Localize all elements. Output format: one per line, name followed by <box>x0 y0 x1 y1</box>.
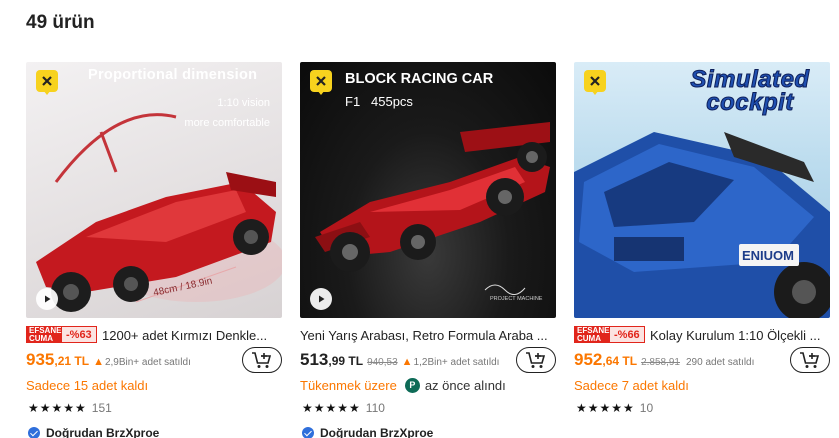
sale-badge: EFSANE CUMA -%63 <box>26 326 97 343</box>
flame-icon: ▲ <box>93 356 104 368</box>
product-image[interactable]: ENIUOM Simulated cockpit <box>574 62 830 318</box>
image-heading: Proportional dimension <box>88 67 258 83</box>
product-title[interactable]: Kolay Kurulum 1:10 Ölçekli ... <box>650 328 830 343</box>
rating-stars: ★★★★★ <box>576 401 635 415</box>
image-heading: BLOCK RACING CAR <box>345 71 494 87</box>
image-heading: Simulated cockpit <box>690 66 810 116</box>
stock-status: Sadece 7 adet kaldı <box>574 378 689 393</box>
product-card[interactable]: PROJECT MACHINE BLOCK RACING CAR F1 455p… <box>300 62 556 438</box>
add-to-cart-button[interactable] <box>242 347 282 373</box>
product-card[interactable]: 48cm / 18.9in Proportional dimension 1:1… <box>26 62 282 438</box>
rating[interactable]: ★★★★★ 110 <box>302 401 385 415</box>
sold-count: ▲ 1,2Bin+ adet satıldı <box>401 356 500 368</box>
price: 935,21 TL <box>26 350 90 369</box>
badge-bottom: CUMA <box>577 334 601 343</box>
shop-name[interactable]: Doğrudan BrzXproe <box>28 426 159 438</box>
rating-stars: ★★★★★ <box>302 401 361 415</box>
rating-count: 110 <box>365 401 385 415</box>
rating-count: 151 <box>91 401 112 415</box>
product-image-art: PROJECT MACHINE <box>315 122 550 302</box>
price: 513,99 TL <box>300 350 364 369</box>
stock-status: Tükenmek üzere P az önce alındı <box>300 378 506 393</box>
original-price: 940,53 <box>367 357 398 368</box>
image-subtext: F1 455pcs <box>345 94 413 109</box>
play-icon[interactable] <box>36 288 58 310</box>
product-card[interactable]: ENIUOM Simulated cockpit EFSANE CUMA -%66… <box>574 62 839 438</box>
add-to-cart-icon <box>526 352 546 368</box>
discount-badge: -%66 <box>610 326 645 343</box>
verified-icon <box>302 427 314 438</box>
discount-badge: -%63 <box>62 326 97 343</box>
sale-badge: EFSANE CUMA -%66 <box>574 326 645 343</box>
play-icon[interactable] <box>310 288 332 310</box>
add-to-cart-icon <box>252 352 272 368</box>
add-to-cart-button[interactable] <box>790 347 830 373</box>
verified-icon <box>28 427 40 438</box>
image-caption: PROJECT MACHINE <box>490 296 543 302</box>
original-price: 2.858,91 <box>641 357 680 368</box>
product-image[interactable]: PROJECT MACHINE BLOCK RACING CAR F1 455p… <box>300 62 556 318</box>
add-to-cart-button[interactable] <box>516 347 556 373</box>
rating-count: 10 <box>639 401 654 415</box>
rating[interactable]: ★★★★★ 10 <box>576 401 653 415</box>
recent-purchase: az önce alındı <box>424 378 506 393</box>
sold-count: ▲ 2,9Bin+ adet satıldı <box>93 356 191 368</box>
brand-logo-icon <box>584 70 606 95</box>
result-count: 49 ürün <box>26 12 95 33</box>
image-subtext: 1:10 vision <box>217 97 270 109</box>
rating-stars: ★★★★★ <box>28 401 87 415</box>
shop-name[interactable]: Doğrudan BrzXproe <box>302 426 433 438</box>
image-decal: ENIUOM <box>742 248 794 263</box>
brand-logo-icon <box>310 70 332 95</box>
image-subtext: more comfortable <box>184 117 270 129</box>
product-image[interactable]: 48cm / 18.9in Proportional dimension 1:1… <box>26 62 282 318</box>
sold-count: 290 adet satıldı <box>686 357 755 368</box>
product-title[interactable]: Yeni Yarış Arabası, Retro Formula Araba … <box>300 328 556 343</box>
rating[interactable]: ★★★★★ 151 <box>28 401 112 415</box>
stock-status: Sadece 15 adet kaldı <box>26 378 149 393</box>
flame-icon: ▲ <box>401 356 413 368</box>
price: 952,64 TL <box>574 350 638 369</box>
brand-logo-icon <box>36 70 58 95</box>
add-to-cart-icon <box>800 352 820 368</box>
product-title[interactable]: 1200+ adet Kırmızı Denkle... <box>102 328 282 343</box>
badge-bottom: CUMA <box>29 334 53 343</box>
buyer-avatar-icon: P <box>404 378 420 393</box>
